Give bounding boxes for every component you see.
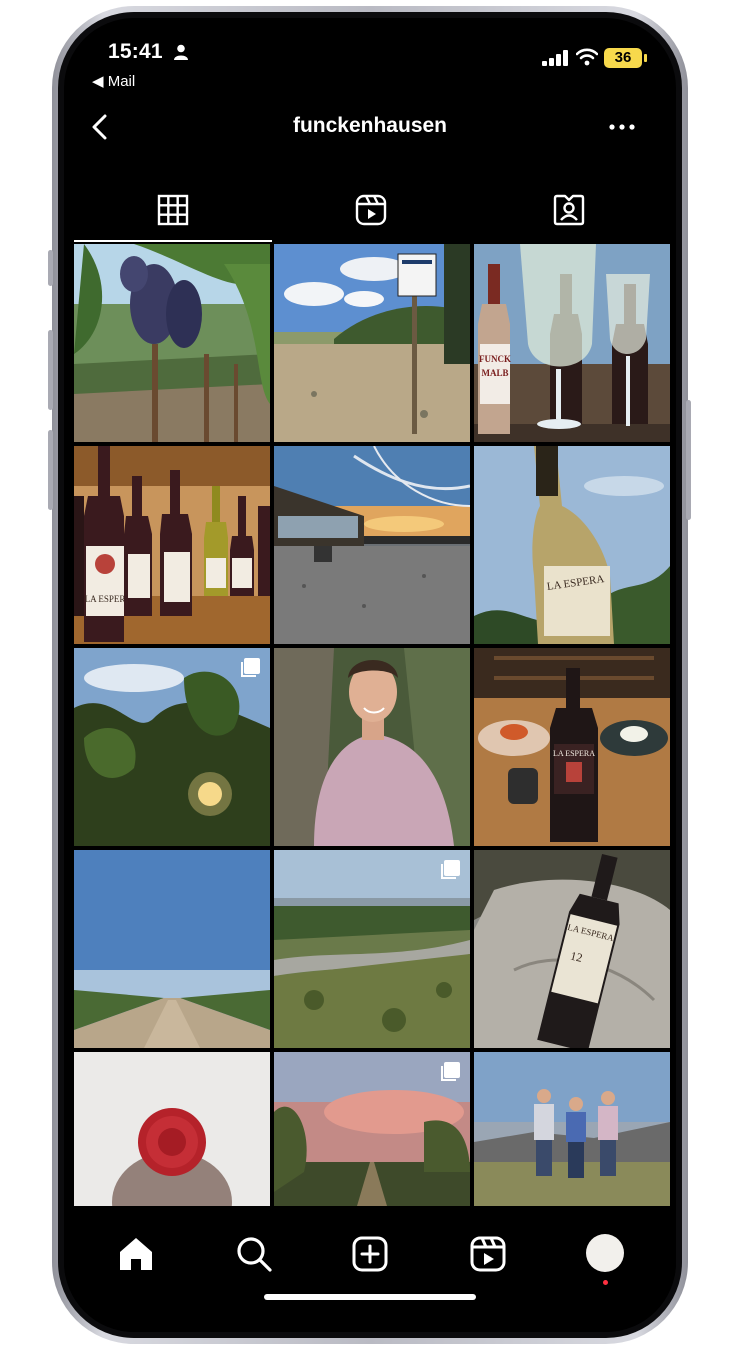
profile-tabs: [74, 188, 670, 244]
multiple-images-icon: [241, 658, 260, 677]
back-to-mail-link[interactable]: ◀ Mail: [92, 72, 135, 90]
profile-avatar[interactable]: [586, 1234, 624, 1272]
label-malb: MALB: [482, 368, 509, 378]
post-bottles-glasses[interactable]: FUNCK MALB: [474, 244, 670, 442]
reels-icon: [355, 194, 387, 226]
multiple-images-icon: [441, 860, 460, 879]
post-three-men[interactable]: [474, 1052, 670, 1206]
man-portrait-photo: [274, 648, 470, 846]
search-icon[interactable]: [234, 1234, 274, 1274]
cellular-signal-icon: [542, 50, 568, 66]
dinner-table-photo: LA ESPERA: [474, 648, 670, 846]
post-river-valley[interactable]: [274, 850, 470, 1048]
grapes-photo: [74, 244, 270, 442]
post-vineyard-sign[interactable]: [274, 244, 470, 442]
new-post-icon[interactable]: [350, 1234, 390, 1274]
phone-button: [48, 430, 53, 510]
winery-sunset-photo: [274, 446, 470, 644]
active-tab-indicator: [74, 240, 272, 242]
post-vine-leaves[interactable]: [74, 648, 270, 846]
post-grapes-vine[interactable]: [74, 244, 270, 442]
vineyard-sign-photo: [274, 244, 470, 442]
post-vineyard-road[interactable]: [74, 850, 270, 1048]
battery-indicator: 36: [604, 48, 642, 68]
bottles-glasses-photo: FUNCK MALB: [474, 244, 670, 442]
reels-icon[interactable]: [468, 1234, 508, 1274]
post-white-wine[interactable]: LA ESPERA: [474, 446, 670, 644]
tab-reels[interactable]: [272, 188, 470, 242]
battery-tip: [644, 54, 647, 62]
posts-grid: FUNCK MALB LA ESPER LA ESPERA LA ESPERA …: [74, 244, 670, 1206]
post-man-portrait[interactable]: [274, 648, 470, 846]
label-la-espera-red: LA ESPERA: [553, 749, 595, 758]
bottle-top-photo: [74, 1052, 270, 1206]
profile-header: funckenhausen: [64, 104, 676, 150]
wifi-icon: [576, 48, 598, 66]
more-options-icon[interactable]: [604, 116, 640, 138]
post-bottle-top[interactable]: [74, 1052, 270, 1206]
label-funck: FUNCK: [479, 354, 511, 364]
post-bottles-shelf[interactable]: LA ESPER: [74, 446, 270, 644]
phone-button: [686, 400, 691, 520]
phone-button: [48, 330, 53, 410]
status-bar: 15:41 ◀ Mail 36: [64, 18, 676, 98]
status-time: 15:41: [108, 40, 163, 63]
vineyard-road-photo: [74, 850, 270, 1048]
grid-icon: [157, 194, 189, 226]
home-icon[interactable]: [116, 1234, 156, 1274]
post-dinner-table[interactable]: LA ESPERA: [474, 648, 670, 846]
bottles-shelf-photo: LA ESPER: [74, 446, 270, 644]
tagged-icon: [553, 194, 585, 226]
post-winery-sunset[interactable]: [274, 446, 470, 644]
phone-button: [48, 250, 53, 286]
home-indicator[interactable]: [264, 1294, 476, 1300]
three-men-photo: [474, 1052, 670, 1206]
post-bottle-rock[interactable]: LA ESPERA 12: [474, 850, 670, 1048]
post-pink-sky[interactable]: [274, 1052, 470, 1206]
bottle-rock-photo: LA ESPERA 12: [474, 850, 670, 1048]
screen: 15:41 ◀ Mail 36 funckenhausen FUNCK MALB…: [64, 18, 676, 1332]
tab-tagged[interactable]: [470, 188, 668, 242]
multiple-images-icon: [441, 1062, 460, 1081]
person-icon: [174, 44, 188, 60]
label-la-esper: LA ESPER: [85, 594, 126, 604]
notification-dot: [603, 1280, 608, 1285]
tab-posts[interactable]: [74, 188, 272, 242]
profile-username: funckenhausen: [292, 114, 448, 137]
bottom-nav: [64, 1206, 676, 1332]
white-wine-photo: LA ESPERA: [474, 446, 670, 644]
